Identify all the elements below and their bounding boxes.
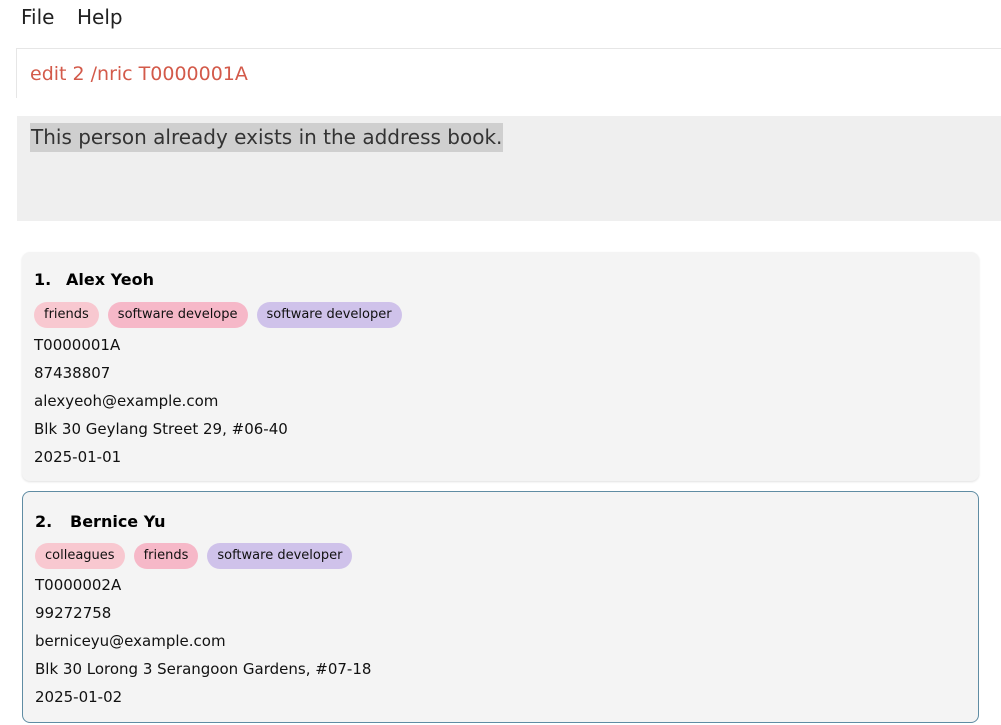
person-date: 2025-01-02	[35, 688, 123, 706]
tag: software develope	[107, 302, 248, 328]
tag: colleagues	[35, 543, 125, 569]
menu-file[interactable]: File	[21, 5, 54, 29]
person-card-selected[interactable]: 2. Bernice Yu colleagues friends software…	[22, 491, 979, 723]
tag: software developer	[207, 543, 353, 569]
person-address: Blk 30 Lorong 3 Serangoon Gardens, #07-1…	[35, 660, 372, 678]
person-email: alexyeoh@example.com	[34, 392, 219, 410]
person-email: berniceyu@example.com	[35, 632, 226, 650]
tag-list: colleagues friends software developer	[35, 543, 353, 569]
tag: friends	[133, 543, 199, 569]
tag: software developer	[256, 302, 402, 328]
command-box	[16, 48, 1001, 98]
person-date: 2025-01-01	[34, 448, 122, 466]
person-header: 2. Bernice Yu	[35, 512, 166, 531]
person-name: Alex Yeoh	[66, 270, 154, 289]
command-input[interactable]	[30, 61, 970, 87]
person-index: 2.	[35, 512, 53, 531]
tag: friends	[34, 302, 99, 328]
menu-help[interactable]: Help	[77, 5, 123, 29]
person-index: 1.	[34, 270, 52, 289]
person-address: Blk 30 Geylang Street 29, #06-40	[34, 420, 288, 438]
person-nric: T0000002A	[35, 576, 122, 594]
result-display: This person already exists in the addres…	[17, 116, 1001, 221]
person-phone: 99272758	[35, 604, 112, 622]
person-nric: T0000001A	[34, 336, 121, 354]
tag-list: friends software develope software devel…	[34, 302, 402, 328]
person-list[interactable]: 1. Alex Yeoh friends software develope so…	[0, 240, 1001, 725]
menu-bar: File Help	[0, 0, 1001, 38]
result-message[interactable]: This person already exists in the addres…	[30, 123, 504, 152]
person-phone: 87438807	[34, 364, 111, 382]
person-card[interactable]: 1. Alex Yeoh friends software develope so…	[22, 252, 979, 481]
person-header: 1. Alex Yeoh	[34, 270, 154, 289]
person-name: Bernice Yu	[70, 512, 166, 531]
